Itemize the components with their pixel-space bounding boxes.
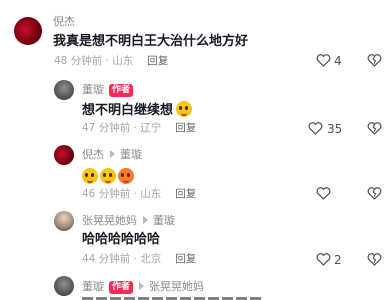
reply-to-name[interactable]: 张晃晃她妈: [149, 280, 204, 293]
author-badge: 作者: [109, 84, 134, 97]
broken-heart-icon: [367, 187, 382, 200]
emoji-row: [82, 166, 136, 184]
comment-author-row: 倪杰 董璇: [82, 148, 142, 162]
like-count: 4: [334, 54, 342, 68]
avatar[interactable]: [54, 145, 74, 165]
comment-text: 想不明白继续想: [82, 101, 194, 119]
comment-author[interactable]: 倪杰: [82, 148, 104, 161]
reply-button[interactable]: 回复: [175, 122, 196, 134]
comment-time: 48 分钟前 · 山东: [54, 55, 134, 67]
comment-author[interactable]: 董璇: [82, 280, 104, 293]
comment-author[interactable]: 倪杰: [53, 15, 75, 29]
comment-time: 46 分钟前 · 山东: [82, 188, 162, 200]
reply-button[interactable]: 回复: [147, 55, 168, 67]
avatar[interactable]: [54, 80, 74, 100]
comment-meta: 46 分钟前 · 山东 回复: [82, 188, 196, 201]
comment-text: 我真是想不明白王大治什么地方好: [53, 34, 249, 49]
comment-author[interactable]: 张晃晃她妈: [82, 214, 137, 227]
reply-button[interactable]: 回复: [175, 188, 196, 200]
author-badge: 作者: [109, 281, 134, 294]
comment-author-row: 董璇 作者: [82, 83, 134, 97]
like-button[interactable]: [316, 252, 331, 266]
comment-author-row: 张晃晃她妈 董璇: [82, 214, 175, 228]
reply-arrow-icon: [110, 150, 115, 158]
avatar[interactable]: [54, 211, 74, 231]
like-count: 35: [327, 122, 343, 136]
dislike-button[interactable]: [367, 53, 382, 67]
comment-time: 44 分钟前 · 北京: [82, 253, 162, 265]
like-button[interactable]: [316, 53, 331, 67]
comment-author[interactable]: 董璇: [82, 83, 104, 96]
reply-button[interactable]: 回复: [175, 253, 196, 265]
comment-author-row: 董璇 作者 张晃晃她妈: [82, 280, 204, 294]
comment-meta: 48 分钟前 · 山东 回复: [54, 55, 168, 68]
thinking-emoji-icon: [176, 101, 193, 117]
broken-heart-icon: [367, 253, 382, 266]
like-button[interactable]: [316, 186, 331, 200]
comment-text-content: 想不明白继续想: [82, 103, 174, 118]
comment-meta: 44 分钟前 · 北京 回复: [82, 253, 196, 266]
broken-heart-icon: [367, 122, 382, 135]
laughing-emoji-icon: [118, 168, 134, 184]
reply-arrow-icon: [143, 216, 148, 224]
heart-icon: [316, 253, 331, 266]
reply-to-name[interactable]: 董璇: [120, 148, 142, 161]
like-button[interactable]: [308, 121, 323, 135]
broken-heart-icon: [367, 54, 382, 67]
dislike-button[interactable]: [367, 252, 382, 266]
reply-to-name[interactable]: 董璇: [153, 214, 175, 227]
comment-meta: 47 分钟前 · 辽宁 回复: [82, 122, 196, 135]
laughing-emoji-icon: [82, 168, 98, 184]
heart-icon: [308, 122, 323, 135]
avatar[interactable]: [14, 17, 42, 45]
dislike-button[interactable]: [367, 186, 382, 200]
comment-text: 哈哈哈哈哈哈: [82, 232, 161, 247]
comment-time: 47 分钟前 · 辽宁: [82, 122, 162, 134]
heart-icon: [316, 187, 331, 200]
like-count: 2: [334, 253, 342, 267]
dislike-button[interactable]: [367, 121, 382, 135]
reply-arrow-icon: [139, 282, 145, 290]
avatar[interactable]: [54, 276, 74, 296]
laughing-emoji-icon: [100, 168, 116, 184]
heart-icon: [316, 54, 331, 67]
